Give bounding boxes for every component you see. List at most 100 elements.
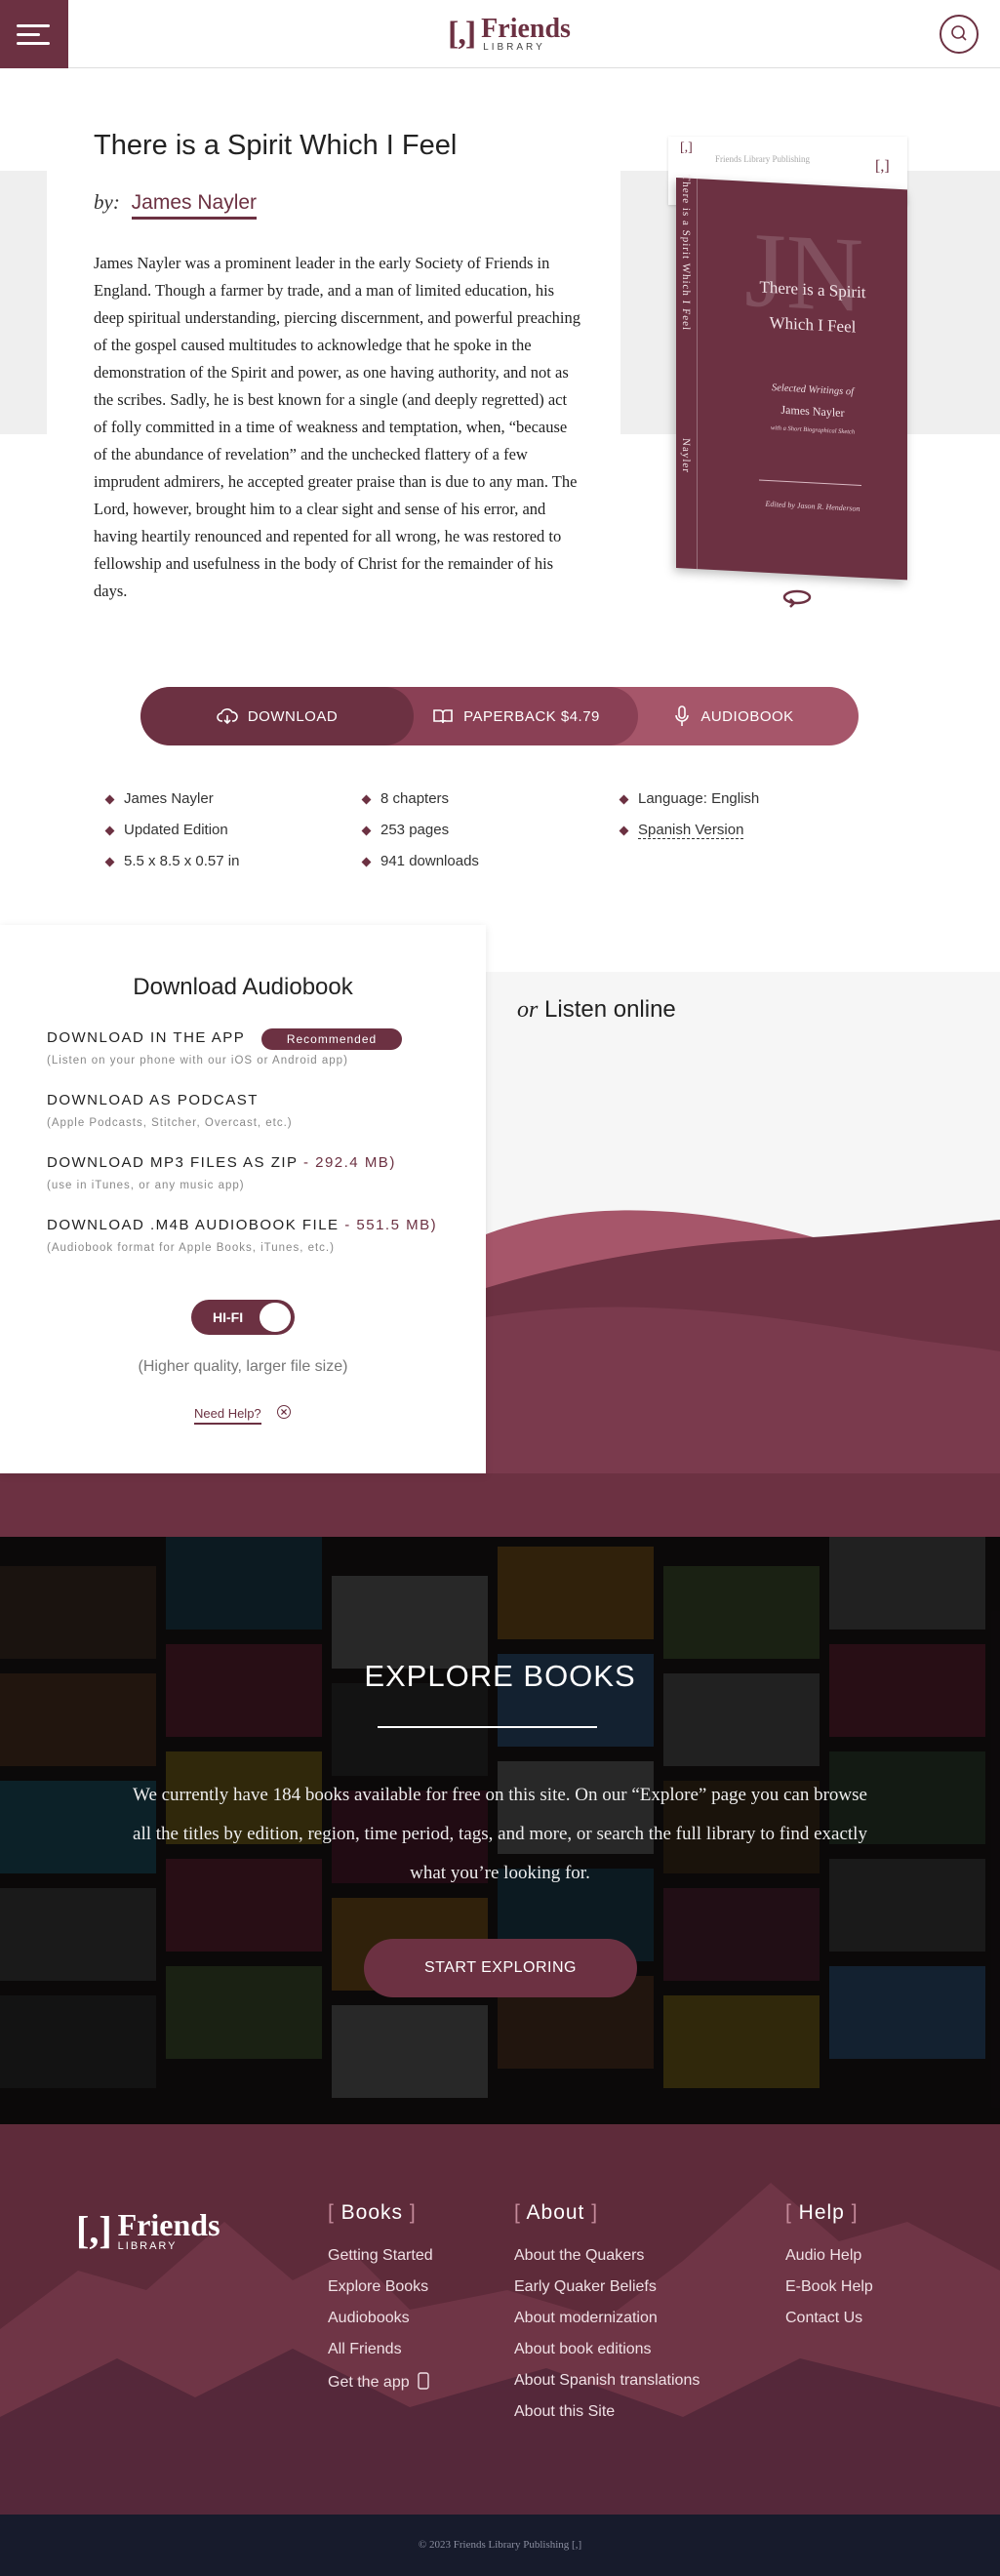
meta-chapters: 8 chapters [380, 790, 450, 807]
download-in-app-option[interactable]: DOWNLOAD IN THE APP [47, 1029, 245, 1046]
close-circle-icon[interactable] [277, 1405, 291, 1419]
footer-link[interactable]: Contact Us [785, 2310, 862, 2327]
footer-books-heading: [ Books ] [328, 2201, 417, 2224]
footer-logo-name: Friends [117, 2206, 220, 2242]
option-label: DOWNLOAD AS PODCAST [47, 1092, 259, 1108]
hamburger-bar [17, 33, 40, 36]
book-description: James Nayler was a prominent leader in t… [94, 254, 580, 600]
download-label: DOWNLOAD [247, 707, 339, 725]
footer-link[interactable]: E-Book Help [785, 2278, 873, 2296]
option-size: - 292.4 MB) [298, 1154, 396, 1171]
footer-link[interactable]: Early Quaker Beliefs [514, 2278, 657, 2296]
cover-title: There is a Spirit Which I Feel [735, 268, 891, 346]
book-title: There is a Spirit Which I Feel [94, 130, 458, 161]
meta-pages: 253 pages [380, 822, 450, 838]
rotate-3d-icon[interactable] [780, 585, 814, 609]
option-note: (Audiobook format for Apple Books, iTune… [47, 1242, 335, 1254]
need-help-link[interactable]: Need Help? [194, 1406, 261, 1425]
site-header: [,] Friends LIBRARY [0, 0, 1000, 68]
footer-link[interactable]: About book editions [514, 2341, 652, 2358]
audiobook-label: AUDIOBOOK [700, 707, 794, 725]
cover-front: There is a Spirit Which I FeelNayler JN … [676, 174, 907, 581]
copyright: © 2023 Friends Library Publishing [,] [0, 2515, 1000, 2576]
search-button[interactable] [940, 15, 979, 54]
audiobook-button[interactable]: AUDIOBOOK [638, 687, 859, 745]
logo-bracket: [,] [448, 16, 476, 52]
cover-bracket: [,] [875, 158, 890, 175]
action-button-bar: DOWNLOAD PAPERBACK $4.79 AUDIOBOOK [140, 687, 859, 745]
cover-editor: Edited by Jason R. Henderson [765, 499, 860, 513]
footer-help-heading: [ Help ] [785, 2201, 859, 2224]
meta-dimensions: 5.5 x 8.5 x 0.57 in [124, 853, 240, 869]
meta-downloads: 941 downloads [380, 853, 479, 869]
phone-icon [418, 2372, 429, 2390]
cover-subnote: with a Short Biographical Sketch [770, 424, 856, 436]
cover-back-bracket: [,] [680, 141, 693, 155]
cover-publisher: Friends Library Publishing [715, 154, 810, 164]
download-mp3-option[interactable]: DOWNLOAD MP3 FILES AS ZIP - 292.4 MB) [47, 1154, 396, 1171]
paperback-label: PAPERBACK $4.79 [463, 707, 600, 725]
footer-link[interactable]: About this Site [514, 2403, 615, 2421]
option-note: (Apple Podcasts, Stitcher, Overcast, etc… [47, 1117, 293, 1129]
heading-text: Books [340, 2201, 404, 2224]
option-note: (Listen on your phone with our iOS or An… [47, 1055, 348, 1067]
microphone-icon [675, 705, 690, 726]
spine-author: Nayler [680, 437, 692, 474]
byline: by: James Nayler [94, 190, 258, 220]
footer-logo-bracket: [,] [76, 2208, 112, 2252]
meta-language: Language: English [638, 790, 760, 807]
download-podcast-option[interactable]: DOWNLOAD AS PODCAST [47, 1092, 259, 1108]
cover-spine: There is a Spirit Which I Feel Nayler [676, 174, 698, 570]
by-label: by: [94, 190, 120, 214]
meta-author: James Nayler [124, 790, 214, 807]
link-text: Get the app [328, 2374, 410, 2391]
book-open-icon [433, 709, 453, 724]
footer-link[interactable]: Getting Started [328, 2247, 433, 2265]
footer-about-heading: [ About ] [514, 2201, 599, 2224]
maroon-strip [0, 1473, 1000, 1537]
footer-logo[interactable]: [,] Friends LIBRARY [76, 2207, 220, 2253]
toggle-knob [260, 1303, 291, 1332]
option-size: - 551.5 MB) [339, 1217, 438, 1233]
footer-link[interactable]: About modernization [514, 2310, 658, 2327]
hamburger-bar [17, 42, 50, 45]
meta-edition: Updated Edition [124, 822, 228, 838]
recommended-badge: Recommended [261, 1028, 402, 1050]
site-logo[interactable]: [,] Friends LIBRARY [448, 12, 571, 57]
explore-rule [378, 1726, 597, 1728]
cover-title-line2: Which I Feel [769, 313, 857, 337]
option-note: (use in iTunes, or any music app) [47, 1180, 245, 1191]
footer-link[interactable]: All Friends [328, 2341, 402, 2358]
heading-text: About [526, 2201, 585, 2224]
logo-name: Friends [481, 14, 571, 44]
footer-link[interactable]: Explore Books [328, 2278, 428, 2296]
footer-link[interactable]: About the Quakers [514, 2247, 644, 2265]
footer-link-get-app[interactable]: Get the app [328, 2372, 429, 2392]
hifi-toggle[interactable]: HI-FI [191, 1300, 295, 1335]
download-button[interactable]: DOWNLOAD [140, 687, 414, 745]
download-m4b-option[interactable]: DOWNLOAD .M4B AUDIOBOOK FILE - 551.5 MB) [47, 1217, 437, 1233]
footer-link[interactable]: Audiobooks [328, 2310, 410, 2327]
menu-button[interactable] [0, 0, 68, 68]
hifi-label: HI-FI [213, 1309, 244, 1325]
download-audiobook-heading: Download Audiobook [133, 974, 353, 1000]
option-label: DOWNLOAD IN THE APP [47, 1029, 246, 1046]
spanish-version-link[interactable]: Spanish Version [638, 822, 744, 839]
cloud-download-icon [217, 708, 238, 725]
hero-band-left [0, 171, 47, 434]
listen-or: or [517, 997, 539, 1023]
book-cover[interactable]: [,] Friends Library Publishing [,] There… [668, 137, 907, 581]
start-exploring-button[interactable]: START EXPLORING [364, 1939, 637, 1997]
spine-title: There is a Spirit Which I Feel [680, 174, 692, 332]
spine-text: There is a Spirit Which I Feel Nayler [680, 174, 692, 536]
footer-link[interactable]: Audio Help [785, 2247, 861, 2265]
logo-sub: LIBRARY [483, 42, 545, 53]
author-link[interactable]: James Nayler [131, 191, 258, 220]
cover-rule [759, 479, 861, 486]
option-label: DOWNLOAD .M4B AUDIOBOOK FILE [47, 1217, 340, 1233]
footer-link[interactable]: About Spanish translations [514, 2372, 700, 2390]
heading-text: Help [798, 2201, 845, 2224]
explore-text: We currently have 184 books available fo… [133, 1785, 867, 1883]
cover-title-line1: There is a Spirit [759, 277, 866, 302]
hifi-note: (Higher quality, larger file size) [138, 1358, 348, 1375]
